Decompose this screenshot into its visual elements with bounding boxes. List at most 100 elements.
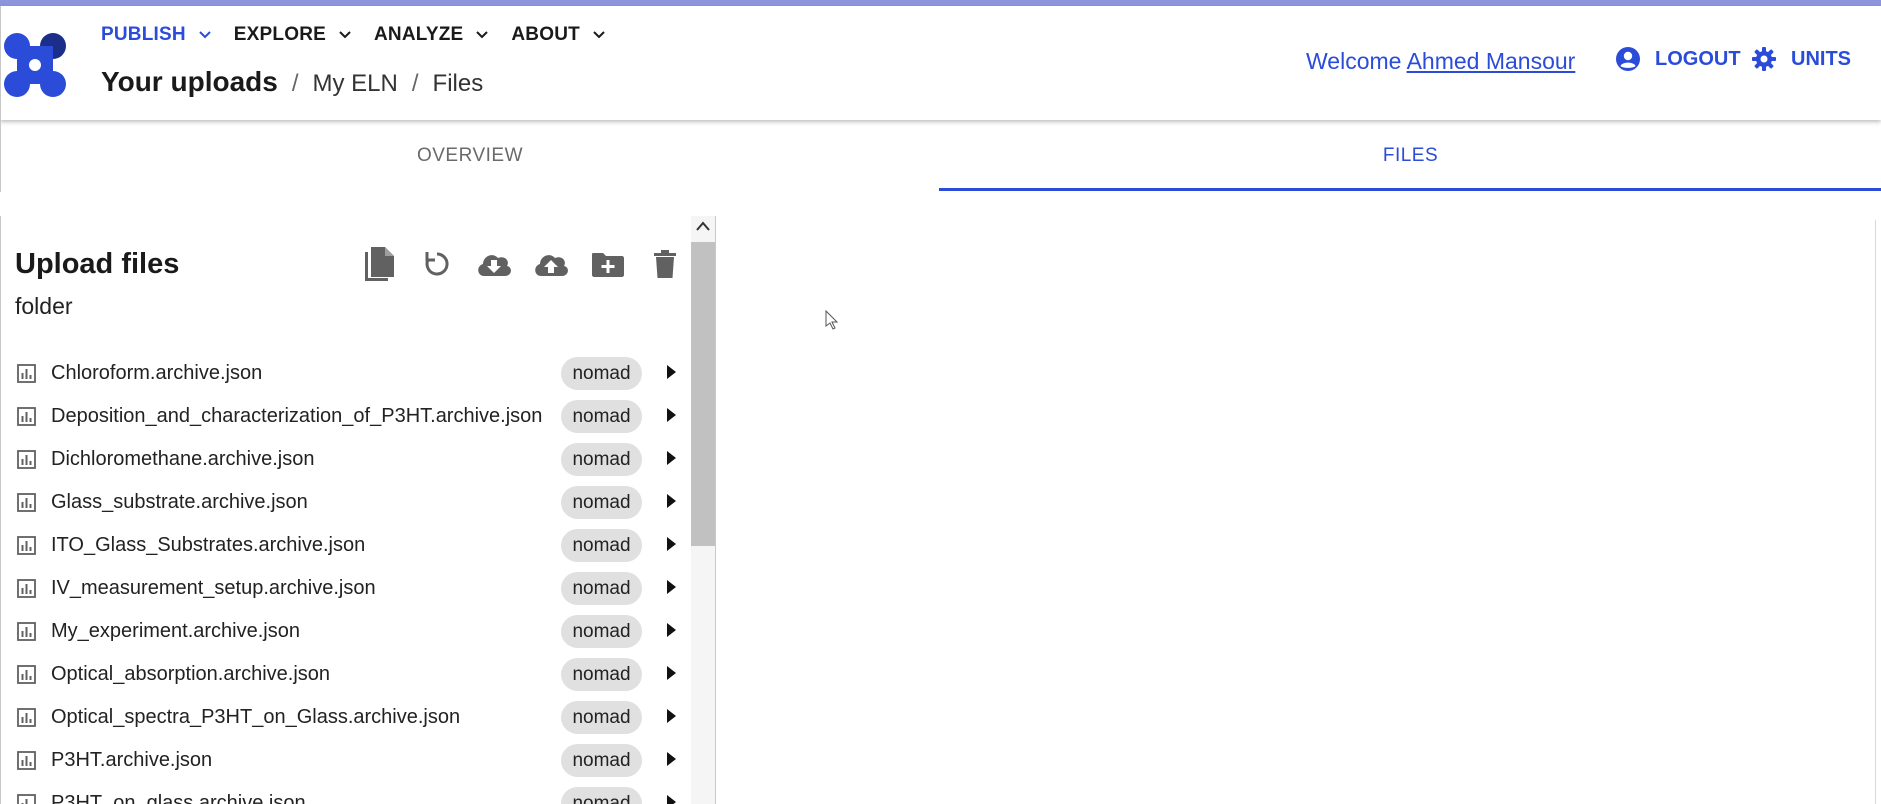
breadcrumb-separator: / [411, 70, 419, 97]
chart-file-icon [17, 622, 36, 641]
file-name: Optical_absorption.archive.json [51, 663, 331, 685]
chart-file-icon [17, 364, 36, 383]
expand-arrow-icon[interactable] [667, 365, 676, 379]
breadcrumb-separator: / [291, 70, 299, 97]
cloud-download-icon [477, 255, 511, 276]
expand-arrow-icon[interactable] [667, 494, 676, 508]
units-button[interactable]: UNITS [1751, 46, 1851, 72]
welcome-prefix: Welcome [1306, 48, 1402, 74]
parser-tag-chip: nomad [561, 529, 642, 562]
chevron-down-icon [476, 31, 489, 39]
chart-file-icon [17, 407, 36, 426]
file-row[interactable]: Chloroform.archive.json nomad [1, 352, 691, 395]
breadcrumb-my-eln[interactable]: My ELN [313, 70, 398, 98]
tab-files[interactable]: FILES [939, 120, 1881, 192]
expand-arrow-icon[interactable] [667, 580, 676, 594]
scroll-thumb[interactable] [691, 242, 715, 546]
user-name-link[interactable]: Ahmed Mansour [1407, 48, 1576, 74]
delete-button[interactable] [636, 244, 693, 284]
nomad-logo[interactable] [3, 32, 71, 100]
upload-files-panel: Upload files folder Chloroform.archive.j… [0, 216, 716, 804]
file-name: Dichloromethane.archive.json [51, 448, 315, 470]
parser-tag-chip: nomad [561, 787, 642, 804]
parser-tag-chip: nomad [561, 701, 642, 734]
copy-icon [364, 247, 394, 281]
chart-file-icon [17, 665, 36, 684]
chart-file-icon [17, 536, 36, 555]
parser-tag-chip: nomad [561, 572, 642, 605]
file-toolbar [351, 244, 693, 284]
panel-title: Upload files [15, 248, 180, 280]
file-name: IV_measurement_setup.archive.json [51, 577, 376, 599]
file-name: P3HT.archive.json [51, 749, 213, 771]
scroll-up-arrow-icon[interactable] [696, 220, 710, 232]
copy-button[interactable] [351, 244, 408, 284]
tab-files-label: FILES [1382, 145, 1439, 166]
reload-button[interactable] [408, 244, 465, 284]
download-button[interactable] [465, 244, 522, 284]
tab-overview-label: OVERVIEW [416, 145, 524, 166]
nav-publish-label: PUBLISH [101, 24, 186, 45]
file-name: Chloroform.archive.json [51, 362, 263, 384]
logout-button[interactable]: LOGOUT [1615, 46, 1741, 72]
tab-overview[interactable]: OVERVIEW [1, 120, 939, 192]
file-row[interactable]: Dichloromethane.archive.json nomad [1, 438, 691, 481]
upload-button[interactable] [522, 244, 579, 284]
nav-explore[interactable]: EXPLORE [234, 24, 352, 46]
file-row[interactable]: Optical_spectra_P3HT_on_Glass.archive.js… [1, 696, 691, 739]
file-list: Chloroform.archive.json nomad Deposition_a… [1, 352, 691, 804]
preview-pane-border [1875, 220, 1876, 804]
breadcrumb-your-uploads[interactable]: Your uploads [101, 66, 278, 98]
expand-arrow-icon[interactable] [667, 623, 676, 637]
file-row[interactable]: Deposition_and_characterization_of_P3HT.… [1, 395, 691, 438]
file-name: Glass_substrate.archive.json [51, 491, 308, 513]
welcome-message: Welcome Ahmed Mansour [1306, 48, 1575, 75]
units-label: UNITS [1791, 47, 1851, 70]
nav-about[interactable]: ABOUT [511, 24, 606, 46]
chevron-down-icon [339, 31, 351, 39]
parser-tag-chip: nomad [561, 357, 642, 390]
file-row[interactable]: IV_measurement_setup.archive.json nomad [1, 567, 691, 610]
expand-arrow-icon[interactable] [667, 451, 676, 465]
parser-tag-chip: nomad [561, 486, 642, 519]
reload-icon [425, 252, 449, 276]
mouse-cursor-icon [825, 310, 839, 330]
breadcrumb: Your uploads / My ELN / Files [101, 66, 483, 98]
expand-arrow-icon[interactable] [667, 752, 676, 766]
file-row[interactable]: Glass_substrate.archive.json nomad [1, 481, 691, 524]
expand-arrow-icon[interactable] [667, 709, 676, 723]
parser-tag-chip: nomad [561, 744, 642, 777]
nav-publish[interactable]: PUBLISH [101, 24, 212, 46]
nav-analyze[interactable]: ANALYZE [374, 24, 489, 46]
file-row[interactable]: P3HT.archive.json nomad [1, 739, 691, 782]
file-name: Optical_spectra_P3HT_on_Glass.archive.js… [51, 706, 461, 728]
file-name: Deposition_and_characterization_of_P3HT.… [51, 405, 543, 427]
nav-about-label: ABOUT [511, 24, 580, 45]
expand-arrow-icon[interactable] [667, 537, 676, 551]
create-folder-icon [591, 253, 624, 277]
vertical-scrollbar[interactable] [691, 216, 715, 804]
file-row[interactable]: P3HT_on_glass.archive.json nomad [1, 782, 691, 804]
expand-arrow-icon[interactable] [667, 408, 676, 422]
delete-icon [653, 250, 676, 278]
folder-label: folder [15, 293, 73, 319]
file-row[interactable]: My_experiment.archive.json nomad [1, 610, 691, 653]
create-folder-button[interactable] [579, 244, 636, 284]
upload-tabs: OVERVIEW FILES [0, 120, 1881, 192]
account-icon [1616, 47, 1640, 71]
main-nav: PUBLISH EXPLORE ANALYZE ABOUT [101, 24, 628, 46]
nav-explore-label: EXPLORE [233, 24, 326, 45]
file-name: My_experiment.archive.json [51, 620, 300, 642]
chevron-down-icon [593, 31, 605, 39]
file-row[interactable]: Optical_absorption.archive.json nomad [1, 653, 691, 696]
cloud-upload-icon [534, 255, 568, 276]
logout-label: LOGOUT [1655, 47, 1741, 70]
expand-arrow-icon[interactable] [667, 666, 676, 680]
expand-arrow-icon[interactable] [667, 795, 676, 804]
parser-tag-chip: nomad [561, 658, 642, 691]
chart-file-icon [17, 794, 36, 804]
parser-tag-chip: nomad [561, 443, 642, 476]
parser-tag-chip: nomad [561, 615, 642, 648]
file-row[interactable]: ITO_Glass_Substrates.archive.json nomad [1, 524, 691, 567]
chart-file-icon [17, 751, 36, 770]
